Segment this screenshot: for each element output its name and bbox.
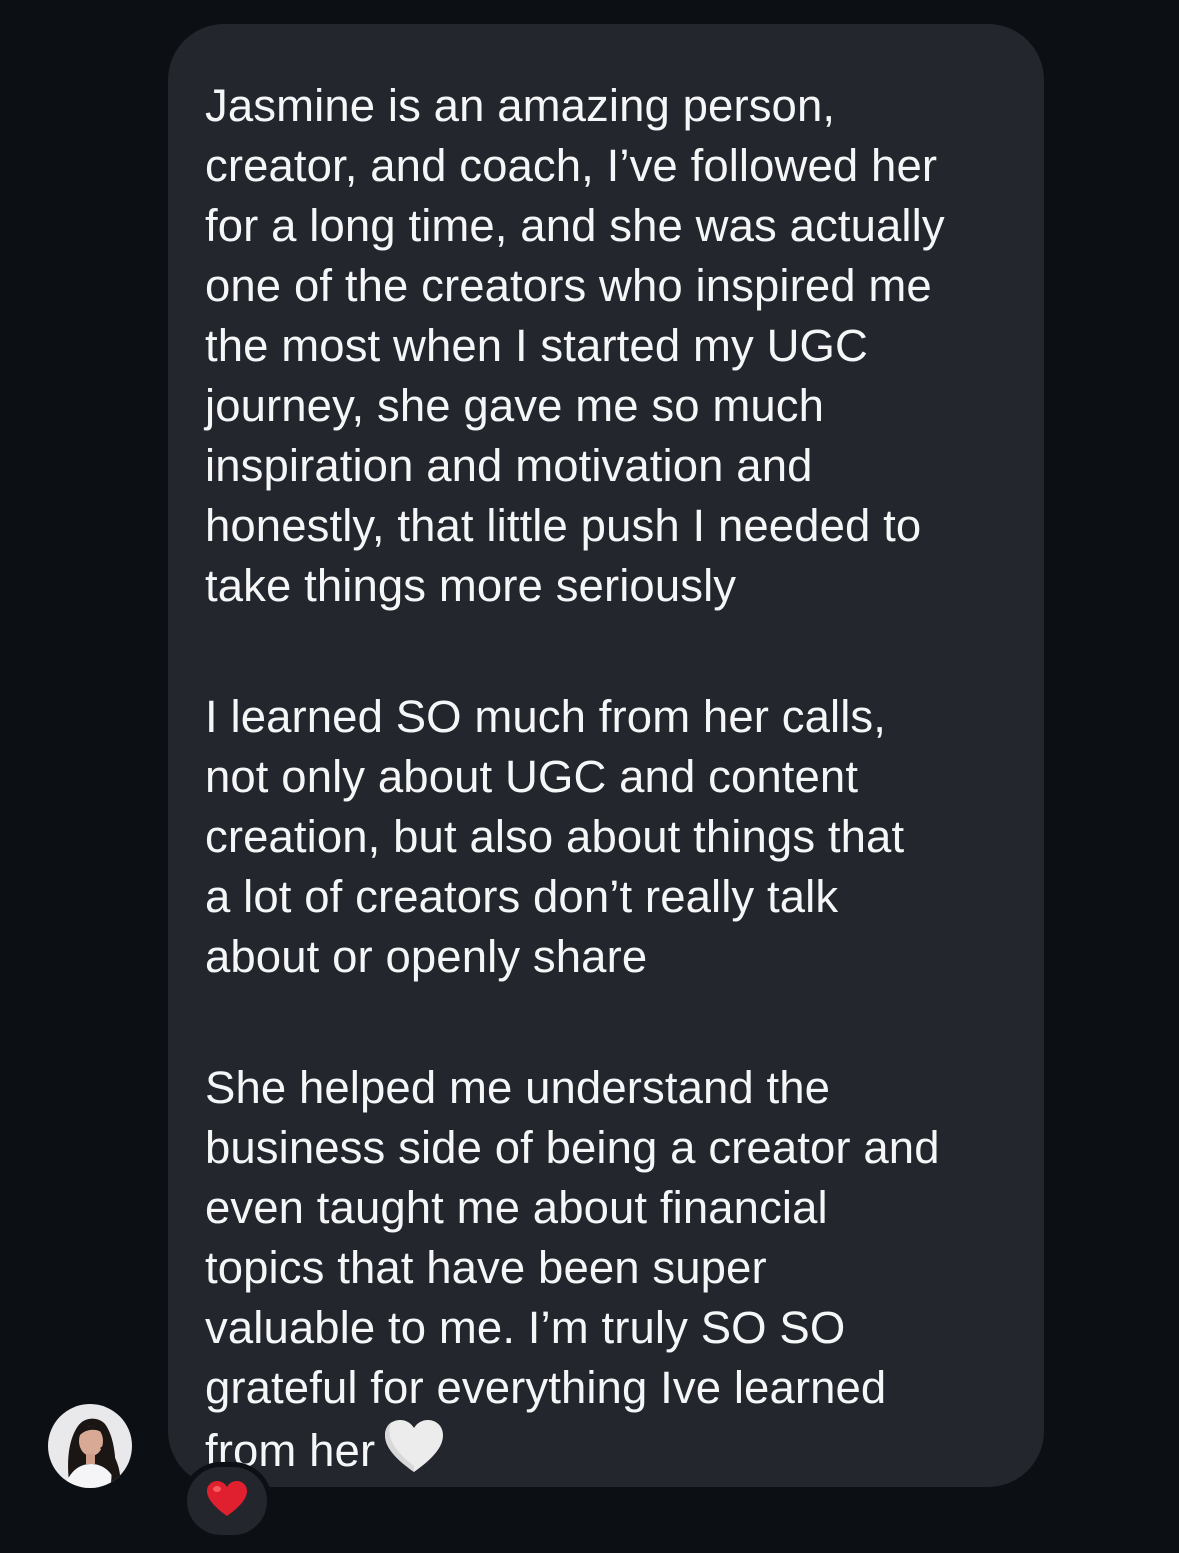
white-heart-icon xyxy=(383,1418,445,1476)
message-paragraph-2: I learned SO much from her calls, not on… xyxy=(205,691,905,982)
avatar[interactable] xyxy=(48,1404,132,1488)
message-bubble[interactable]: Jasmine is an amazing person, creator, a… xyxy=(168,24,1044,1487)
message-paragraph-1: Jasmine is an amazing person, creator, a… xyxy=(205,80,945,611)
message-paragraph-3: She helped me understand the business si… xyxy=(205,1058,1004,1481)
reaction-badge[interactable] xyxy=(182,1462,272,1540)
red-heart-icon xyxy=(206,1480,248,1523)
message-paragraph-3-text: She helped me understand the business si… xyxy=(205,1062,940,1476)
